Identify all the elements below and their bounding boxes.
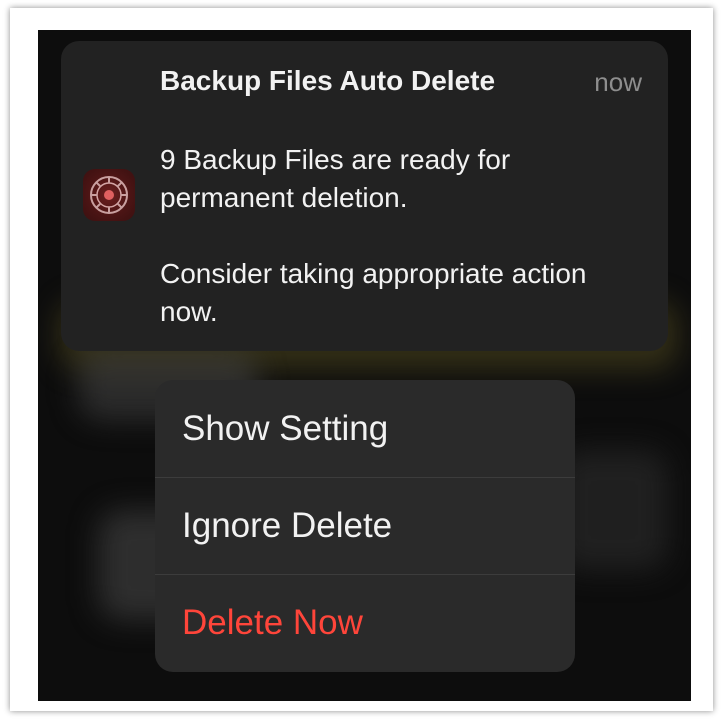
backup-app-icon [83, 169, 135, 221]
show-setting-button[interactable]: Show Setting [155, 380, 575, 477]
context-menu: Show Setting Ignore Delete Delete Now [155, 380, 575, 672]
screenshot-frame: Backup Files Auto Delete now 9 Backup Fi… [10, 8, 713, 711]
ignore-delete-button[interactable]: Ignore Delete [155, 477, 575, 574]
notification-message: 9 Backup Files are ready for permanent d… [160, 144, 511, 213]
notification-message: Consider taking appropriate action now. [160, 258, 587, 327]
delete-now-button[interactable]: Delete Now [155, 574, 575, 671]
notification-time: now [594, 67, 642, 97]
notification-card[interactable]: Backup Files Auto Delete now 9 Backup Fi… [61, 41, 668, 351]
notification-title: Backup Files Auto Delete [160, 65, 496, 96]
phone-screen: Backup Files Auto Delete now 9 Backup Fi… [38, 30, 691, 701]
wheel-icon [90, 176, 128, 214]
notification-body: 9 Backup Files are ready for permanent d… [160, 141, 630, 331]
